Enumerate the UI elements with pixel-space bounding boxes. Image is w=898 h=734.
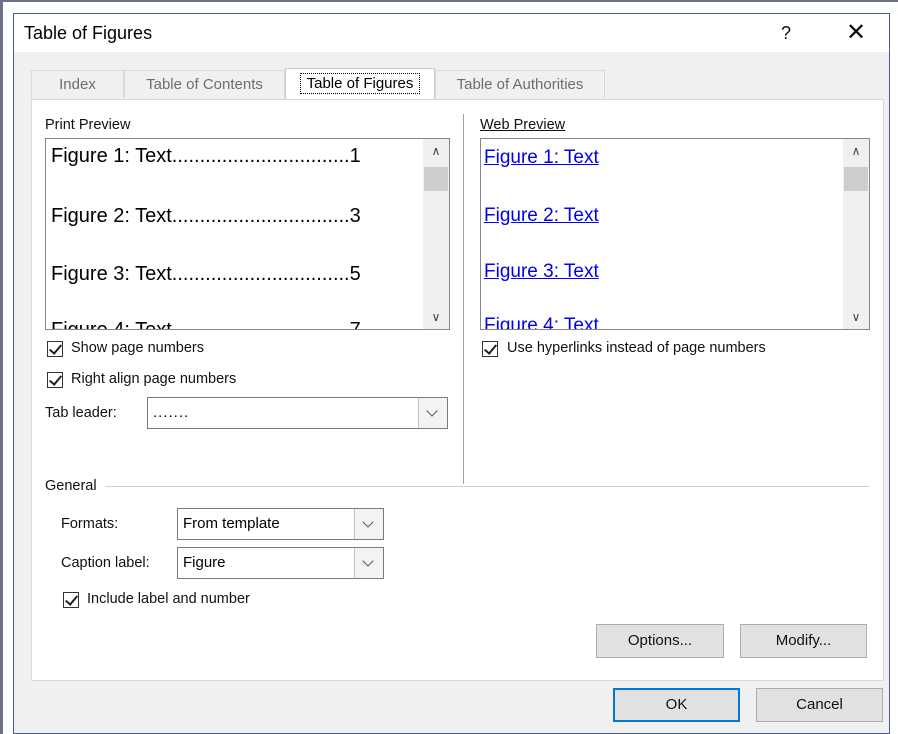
title-bar: Table of Figures ? ✕ bbox=[14, 14, 889, 52]
scroll-up-icon[interactable]: ∧ bbox=[843, 141, 869, 161]
use-hyperlinks-checkbox[interactable] bbox=[482, 341, 498, 357]
tab-table-of-authorities[interactable]: Table of Authorities bbox=[435, 70, 605, 98]
dialog-title: Table of Figures bbox=[24, 23, 153, 43]
general-divider bbox=[105, 486, 869, 487]
scroll-thumb[interactable] bbox=[424, 167, 448, 191]
web-preview-box: Figure 1: Text Figure 2: Text Figure 3: … bbox=[480, 138, 870, 330]
print-preview-line: Figure 3: Text..........................… bbox=[51, 263, 361, 285]
vertical-divider bbox=[463, 114, 464, 484]
web-preview-scrollbar[interactable]: ∧ ∨ bbox=[843, 139, 869, 329]
close-button[interactable]: ✕ bbox=[839, 18, 873, 48]
use-hyperlinks-label: Use hyperlinks instead of page numbers bbox=[507, 340, 766, 356]
include-label-text: Include label and number bbox=[87, 591, 250, 607]
scroll-down-icon[interactable]: ∨ bbox=[843, 307, 869, 327]
help-button[interactable]: ? bbox=[769, 18, 803, 48]
formats-value: From template bbox=[183, 515, 280, 532]
chevron-down-icon[interactable] bbox=[418, 398, 447, 428]
include-label-checkbox[interactable] bbox=[63, 592, 79, 608]
caption-label-label: Caption label: bbox=[61, 555, 150, 571]
web-preview-link[interactable]: Figure 2: Text bbox=[484, 205, 599, 227]
tab-table-of-figures[interactable]: Table of Figures bbox=[285, 68, 435, 100]
right-align-label: Right align page numbers bbox=[71, 371, 237, 387]
cancel-button[interactable]: Cancel bbox=[756, 688, 883, 722]
tab-leader-select[interactable]: ....... bbox=[147, 397, 448, 429]
print-preview-line: Figure 1: Text..........................… bbox=[51, 145, 361, 167]
tab-leader-value: ....... bbox=[153, 404, 190, 421]
formats-label: Formats: bbox=[61, 516, 119, 532]
scroll-down-icon[interactable]: ∨ bbox=[423, 307, 449, 327]
tab-table-of-figures-label: Table of Figures bbox=[299, 73, 421, 94]
formats-select[interactable]: From template bbox=[177, 508, 384, 540]
print-preview-label: Print Preview bbox=[45, 117, 131, 133]
chevron-down-icon[interactable] bbox=[354, 509, 383, 539]
caption-label-select[interactable]: Figure bbox=[177, 547, 384, 579]
web-preview-link[interactable]: Figure 1: Text bbox=[484, 147, 599, 169]
options-button[interactable]: Options... bbox=[596, 624, 724, 658]
show-page-numbers-checkbox[interactable] bbox=[47, 341, 63, 357]
general-heading: General bbox=[45, 478, 97, 494]
table-of-figures-dialog: Table of Figures ? ✕ Index Table of Cont… bbox=[13, 13, 890, 734]
print-preview-line: Figure 2: Text..........................… bbox=[51, 205, 361, 227]
scroll-up-icon[interactable]: ∧ bbox=[423, 141, 449, 161]
web-preview-label: Web Preview bbox=[480, 117, 565, 133]
web-preview-link[interactable]: Figure 3: Text bbox=[484, 261, 599, 283]
chevron-down-icon[interactable] bbox=[354, 548, 383, 578]
ok-button[interactable]: OK bbox=[613, 688, 740, 722]
print-preview-box: Figure 1: Text..........................… bbox=[45, 138, 450, 330]
print-preview-scrollbar[interactable]: ∧ ∨ bbox=[423, 139, 449, 329]
show-page-numbers-label: Show page numbers bbox=[71, 340, 204, 356]
tab-index[interactable]: Index bbox=[31, 70, 124, 98]
print-preview-line: Figure 4: Text..........................… bbox=[51, 319, 361, 330]
caption-label-value: Figure bbox=[183, 554, 226, 571]
tab-table-of-contents[interactable]: Table of Contents bbox=[124, 70, 285, 98]
web-preview-link[interactable]: Figure 4: Text bbox=[484, 315, 599, 329]
right-align-checkbox[interactable] bbox=[47, 372, 63, 388]
tab-leader-label: Tab leader: bbox=[45, 405, 117, 421]
scroll-thumb[interactable] bbox=[844, 167, 868, 191]
modify-button[interactable]: Modify... bbox=[740, 624, 867, 658]
web-preview-label-text: Web Preview bbox=[480, 117, 566, 133]
